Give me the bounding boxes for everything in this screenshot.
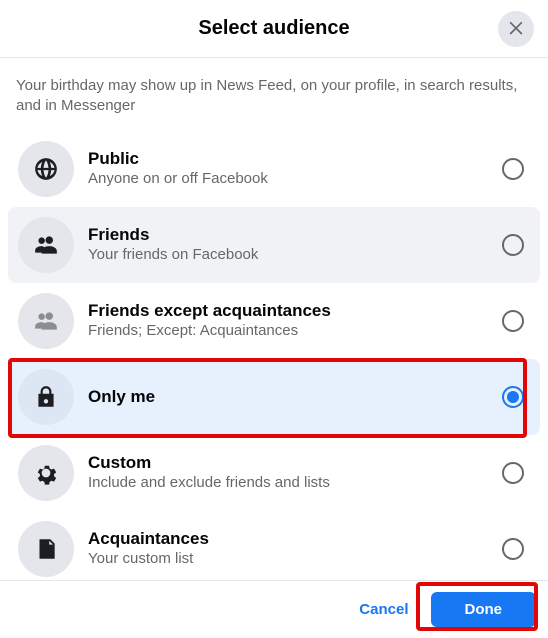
radio-acquaintances[interactable] <box>502 538 524 560</box>
option-subtitle: Include and exclude friends and lists <box>88 474 502 493</box>
option-text: Public Anyone on or off Facebook <box>74 148 502 189</box>
globe-icon <box>18 141 74 197</box>
radio-friends[interactable] <box>502 234 524 256</box>
option-title: Friends except acquaintances <box>88 300 502 321</box>
modal-header: Select audience <box>0 0 548 58</box>
friends-except-icon <box>18 293 74 349</box>
cancel-button[interactable]: Cancel <box>345 593 422 626</box>
option-text: Acquaintances Your custom list <box>74 528 502 569</box>
audience-description: Your birthday may show up in News Feed, … <box>0 58 548 131</box>
option-title: Custom <box>88 452 502 473</box>
option-title: Acquaintances <box>88 528 502 549</box>
option-subtitle: Your friends on Facebook <box>88 246 502 265</box>
done-button[interactable]: Done <box>431 592 537 627</box>
list-icon <box>18 521 74 577</box>
option-public[interactable]: Public Anyone on or off Facebook <box>8 131 540 207</box>
modal-content[interactable]: Your birthday may show up in News Feed, … <box>0 58 548 580</box>
radio-custom[interactable] <box>502 462 524 484</box>
option-custom[interactable]: Custom Include and exclude friends and l… <box>8 435 540 511</box>
audience-options: Public Anyone on or off Facebook Friends… <box>0 131 548 581</box>
option-subtitle: Your custom list <box>88 550 502 569</box>
option-text: Only me <box>74 386 502 407</box>
friends-icon <box>18 217 74 273</box>
option-friends[interactable]: Friends Your friends on Facebook <box>8 207 540 283</box>
radio-friends-except[interactable] <box>502 310 524 332</box>
option-text: Custom Include and exclude friends and l… <box>74 452 502 493</box>
option-friends-except[interactable]: Friends except acquaintances Friends; Ex… <box>8 283 540 359</box>
option-acquaintances[interactable]: Acquaintances Your custom list <box>8 511 540 581</box>
close-button[interactable] <box>498 11 534 47</box>
modal-title: Select audience <box>198 17 349 40</box>
option-title: Public <box>88 148 502 169</box>
option-subtitle: Friends; Except: Acquaintances <box>88 322 502 341</box>
gear-icon <box>18 445 74 501</box>
modal-footer: Cancel Done <box>0 580 548 638</box>
lock-icon <box>18 369 74 425</box>
option-only-me[interactable]: Only me <box>8 359 540 435</box>
option-text: Friends Your friends on Facebook <box>74 224 502 265</box>
option-title: Friends <box>88 224 502 245</box>
option-subtitle: Anyone on or off Facebook <box>88 170 502 189</box>
radio-public[interactable] <box>502 158 524 180</box>
option-text: Friends except acquaintances Friends; Ex… <box>74 300 502 341</box>
option-title: Only me <box>88 386 502 407</box>
radio-only-me[interactable] <box>502 386 524 408</box>
audience-modal: Select audience Your birthday may show u… <box>0 0 548 638</box>
close-icon <box>506 17 526 42</box>
